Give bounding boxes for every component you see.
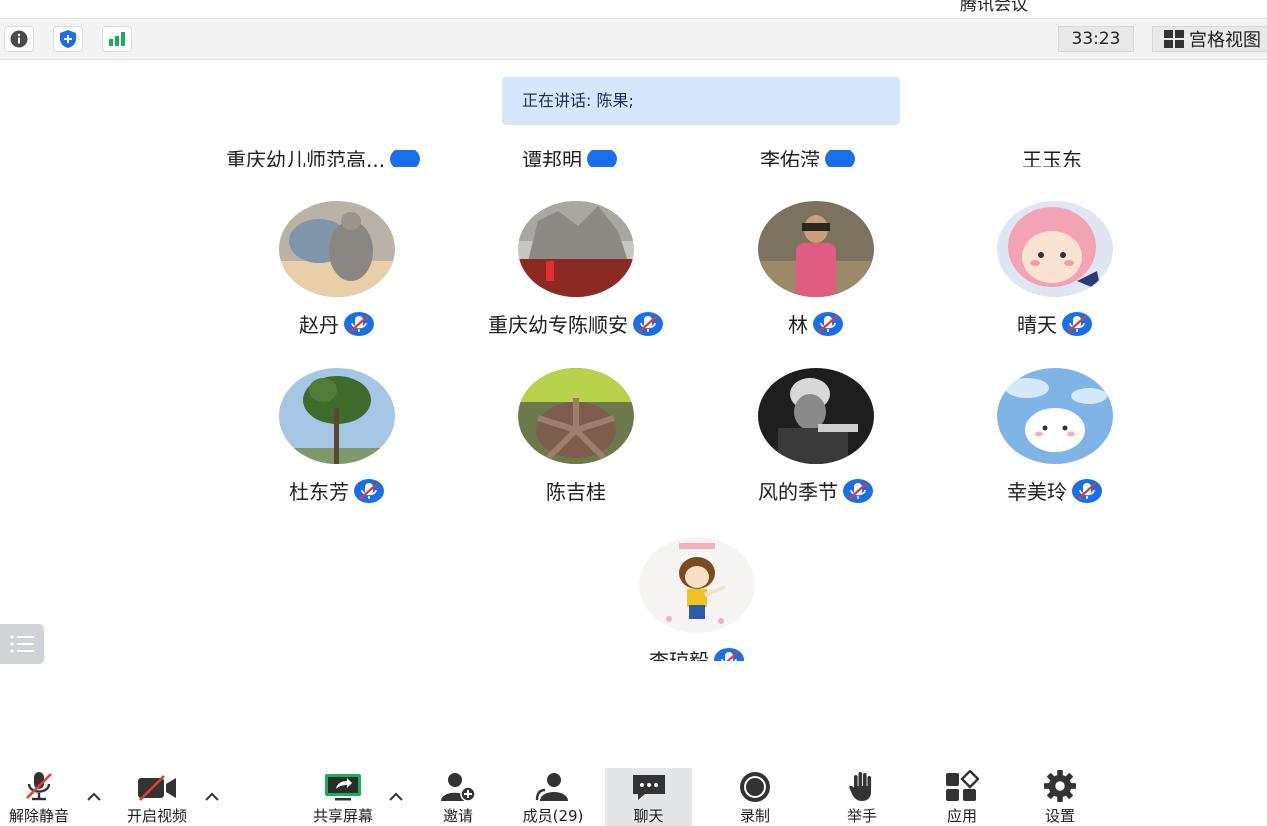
gear-icon [1044,770,1076,802]
participant-name: 杜东芳 [289,480,349,504]
invite-label: 邀请 [442,807,473,825]
mic-muted-icon [343,311,375,337]
chat-label: 聊天 [633,807,664,825]
share-options-caret[interactable] [388,790,404,806]
participant-tile[interactable]: 林 [696,201,936,338]
participant-name: 晴天 [1017,313,1057,337]
info-icon[interactable] [4,26,34,52]
view-label: 宫格视图 [1189,30,1261,51]
add-user-icon [441,773,476,802]
title-bar: 腾讯会议 [0,0,1267,18]
apps-button[interactable]: 应用 [932,768,992,826]
top-toolbar: 33:23 宫格视图 [0,18,1267,60]
side-list-toggle[interactable] [0,624,44,664]
participant-name: 幸美玲 [1007,480,1067,504]
mic-muted-icon [353,478,385,504]
participant-tile[interactable]: 晴天 [935,201,1175,338]
participant-tile[interactable]: 风的季节 [696,368,936,505]
avatar [639,537,755,633]
bottom-toolbar: 解除静音 开启视频 共享屏幕 邀请 成员(29) 聊天 录制 举手 应用 设置 [0,768,1267,826]
audio-options-caret[interactable] [86,790,102,806]
mic-muted-icon [812,311,844,337]
participant-name: 重庆幼专陈顺安 [488,313,628,337]
avatar [758,201,874,297]
signal-bars-icon[interactable] [102,26,132,52]
participant-name-cut: 重庆幼儿师范高... [226,150,421,167]
chat-icon [632,775,665,800]
list-icon [10,635,34,653]
raise-hand-label: 举手 [846,807,877,825]
avatar [997,201,1113,297]
participant-tile-clip: 李琼毅 [577,531,817,661]
chat-button[interactable]: 聊天 [605,768,692,826]
security-shield-icon[interactable] [53,26,83,52]
speaking-label: 正在讲话: [522,91,597,110]
chevron-up-icon [389,792,403,801]
start-video-label: 开启视频 [126,807,187,825]
participant-name-cut: 李佑滢 [760,150,856,167]
participant-name: 陈吉桂 [546,480,606,504]
avatar [758,368,874,464]
record-button[interactable]: 录制 [725,768,785,826]
chevron-up-icon [205,792,219,801]
video-options-caret[interactable] [204,790,220,806]
start-video-button[interactable]: 开启视频 [115,768,199,826]
unmute-button[interactable]: 解除静音 [0,768,78,826]
raise-hand-button[interactable]: 举手 [832,768,892,826]
participant-name: 林 [788,313,808,337]
mic-muted-icon [842,478,874,504]
members-icon [535,773,568,801]
mic-muted-icon [632,311,664,337]
participant-tile[interactable]: 重庆幼专陈顺安 [456,201,696,338]
grid-view-icon [1164,30,1184,48]
participant-name: 风的季节 [758,480,838,504]
video-off-icon [138,775,176,801]
chevron-up-icon [87,792,101,801]
avatar [997,368,1113,464]
meeting-timer: 33:23 [1058,26,1134,52]
unmute-label: 解除静音 [8,807,69,825]
participant-tile[interactable]: 赵丹 [217,201,457,338]
mic-off-icon [26,772,52,801]
mic-muted-icon [1061,311,1093,337]
participant-name: 赵丹 [299,313,339,337]
members-label: 成员(29) [522,807,584,825]
mic-muted-icon [1071,478,1103,504]
record-icon [740,772,770,802]
avatar [279,368,395,464]
avatar [279,201,395,297]
mic-muted-icon [713,647,745,662]
share-screen-button[interactable]: 共享屏幕 [300,768,386,826]
speaking-banner: 正在讲话: 陈果; [502,77,900,125]
speaking-name: 陈果; [596,91,634,110]
participant-tile[interactable]: 幸美玲 [935,368,1175,505]
apps-icon [946,770,979,801]
members-button[interactable]: 成员(29) [512,768,594,826]
participant-tile[interactable]: 杜东芳 [217,368,457,505]
participant-tile[interactable]: 陈吉桂 [456,368,696,505]
invite-button[interactable]: 邀请 [428,768,488,826]
share-screen-label: 共享屏幕 [312,807,373,825]
share-screen-icon [325,774,361,801]
record-label: 录制 [739,807,770,825]
participants-cut-row: 重庆幼儿师范高... 谭邦明 李佑滢 王玉东 [0,150,1267,167]
app-title: 腾讯会议 [960,0,1028,15]
participant-name: 李琼毅 [649,649,709,661]
avatar [518,201,634,297]
grid-view-button[interactable]: 宫格视图 [1152,26,1267,52]
participant-name-cut: 王玉东 [1022,150,1082,167]
participant-name-cut: 谭邦明 [522,150,618,167]
raise-hand-icon [849,772,872,801]
apps-label: 应用 [946,807,977,825]
settings-button[interactable]: 设置 [1030,768,1090,826]
participant-tile[interactable]: 李琼毅 [577,537,817,661]
settings-label: 设置 [1044,807,1075,825]
avatar [518,368,634,464]
